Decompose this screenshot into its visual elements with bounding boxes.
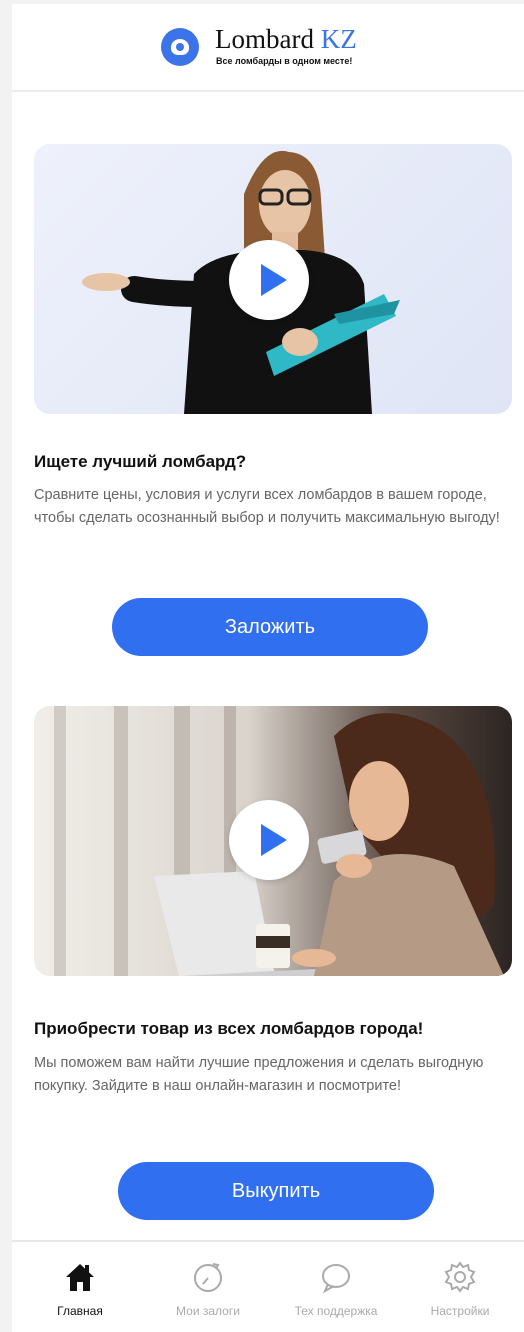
play-button[interactable]	[229, 240, 309, 320]
brand-title: Lombard KZ	[215, 26, 357, 53]
timer-icon	[194, 1263, 222, 1292]
app-screen: Lombard KZ Все ломбарды в одном месте! И…	[12, 4, 524, 1332]
bottom-tab-bar: Главная Мои залоги Тех поддержка Настрой…	[12, 1240, 524, 1332]
tab-my-pledges[interactable]: Мои залоги	[144, 1242, 272, 1332]
tab-settings[interactable]: Настройки	[396, 1242, 524, 1332]
brand-accent: KZ	[320, 24, 357, 54]
chat-bubble-icon	[322, 1264, 350, 1294]
video-thumbnail-pawn[interactable]	[34, 144, 512, 414]
header: Lombard KZ Все ломбарды в одном месте!	[12, 4, 524, 92]
tab-my-pledges-label: Мои залоги	[176, 1304, 240, 1318]
home-icon	[66, 1264, 94, 1291]
tab-settings-label: Настройки	[430, 1304, 490, 1318]
section-description-buy: Мы поможем вам найти лучшие предложения …	[34, 1055, 484, 1094]
tab-home[interactable]: Главная	[16, 1242, 144, 1332]
play-button[interactable]	[229, 800, 309, 880]
tab-home-label: Главная	[57, 1304, 103, 1318]
tagline: Все ломбарды в одном месте!	[216, 56, 353, 66]
section-title-pawn: Ищете лучший ломбард?	[34, 452, 247, 471]
section-description-pawn: Сравните цены, условия и услуги всех лом…	[34, 487, 500, 526]
section-title-buy: Приобрести товар из всех ломбардов город…	[34, 1019, 424, 1038]
pawn-button[interactable]: Заложить	[112, 598, 428, 656]
brand-name: Lombard	[215, 24, 314, 54]
gear-icon	[444, 1261, 476, 1293]
tab-support[interactable]: Тех поддержка	[272, 1242, 400, 1332]
buyout-button[interactable]: Выкупить	[118, 1162, 434, 1220]
logo-icon	[161, 28, 199, 66]
video-thumbnail-buy[interactable]	[34, 706, 512, 976]
tab-support-label: Тех поддержка	[294, 1304, 378, 1318]
